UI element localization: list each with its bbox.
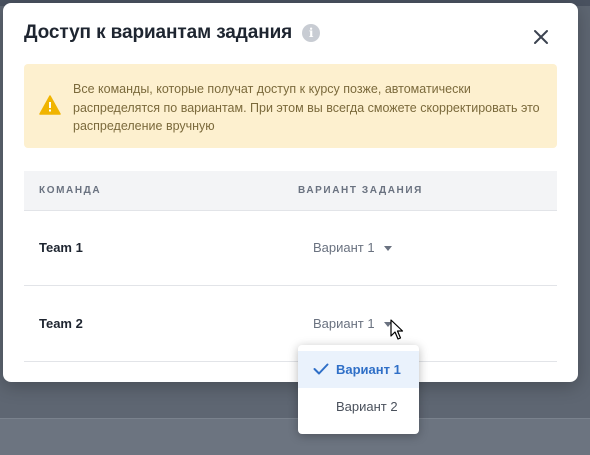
variant-select-value: Вариант 1 <box>313 240 375 255</box>
modal-header: Доступ к вариантам задания i <box>24 22 321 44</box>
table-row: Team 2 Вариант 1 <box>24 286 557 362</box>
variant-access-modal: Доступ к вариантам задания i Все команды… <box>3 3 578 382</box>
warning-icon <box>39 95 61 115</box>
info-icon[interactable]: i <box>302 24 321 42</box>
table-row: Team 1 Вариант 1 <box>24 210 557 286</box>
modal-title: Доступ к вариантам задания <box>24 22 293 43</box>
variant-select[interactable]: Вариант 1 <box>313 316 392 331</box>
auto-distribution-alert: Все команды, которые получат доступ к ку… <box>24 64 557 148</box>
dropdown-option-variant-2[interactable]: Вариант 2 <box>298 388 419 425</box>
variant-dropdown-menu: Вариант 1 Вариант 2 <box>298 345 419 434</box>
chevron-down-icon <box>383 245 392 251</box>
dropdown-option-label: Вариант 2 <box>336 399 398 414</box>
dropdown-option-variant-1[interactable]: Вариант 1 <box>298 351 419 388</box>
table-header: КОМАНДА ВАРИАНТ ЗАДАНИЯ <box>24 171 557 211</box>
column-header-team: КОМАНДА <box>39 185 102 196</box>
alert-text: Все команды, которые получат доступ к ку… <box>73 82 540 133</box>
close-icon[interactable] <box>530 26 552 48</box>
team-name: Team 2 <box>39 316 83 331</box>
team-name: Team 1 <box>39 240 83 255</box>
dropdown-option-label: Вариант 1 <box>336 362 401 377</box>
checkmark-icon <box>313 363 329 375</box>
variant-select[interactable]: Вариант 1 <box>313 240 392 255</box>
variant-select-value: Вариант 1 <box>313 316 375 331</box>
mouse-pointer-icon <box>390 319 404 340</box>
column-header-variant: ВАРИАНТ ЗАДАНИЯ <box>298 185 423 196</box>
background-page-footer <box>0 418 590 455</box>
